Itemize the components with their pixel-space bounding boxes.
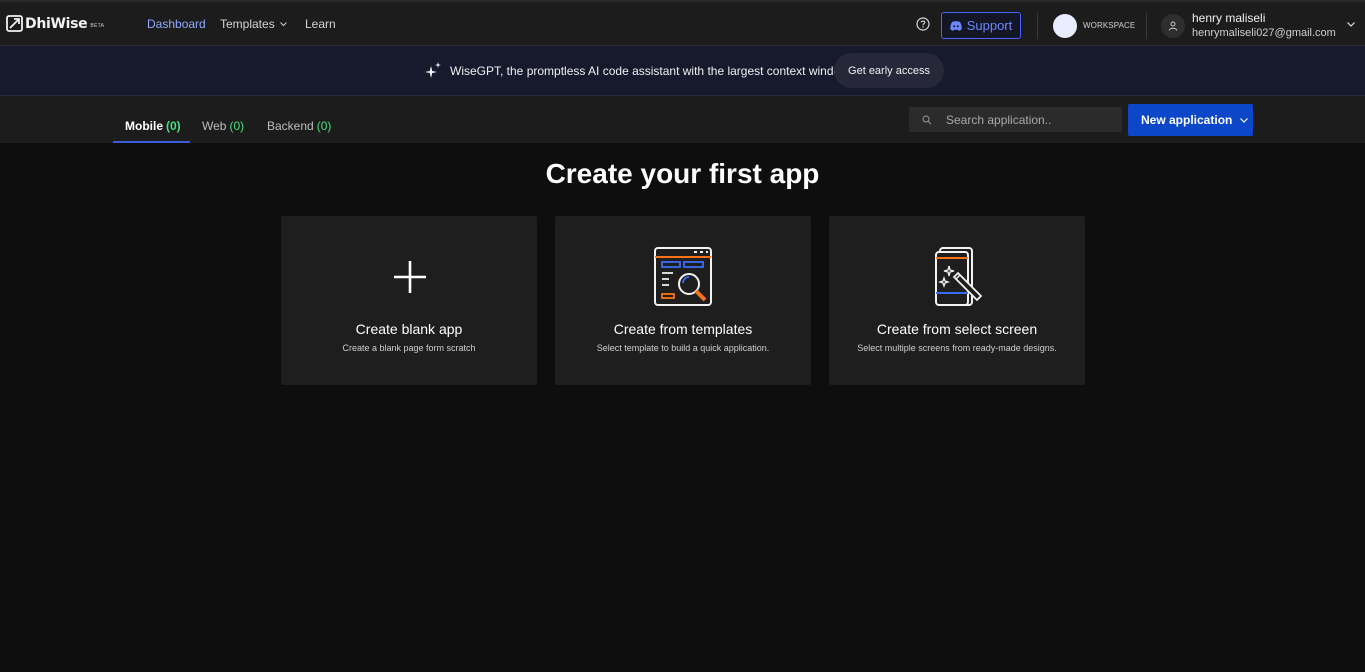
support-button[interactable]: Support <box>941 12 1021 39</box>
get-early-access-button[interactable]: Get early access <box>834 53 944 88</box>
active-tab-indicator <box>113 141 190 143</box>
help-icon[interactable] <box>916 17 930 31</box>
chevron-down-icon <box>279 22 287 27</box>
create-blank-app-card[interactable]: Create blank app Create a blank page for… <box>281 216 537 385</box>
dhiwise-logo[interactable]: DhiWise BETA <box>6 15 104 32</box>
support-label: Support <box>966 18 1013 33</box>
card-subtitle: Create a blank page form scratch <box>342 343 476 353</box>
tab-count: (0) <box>229 119 245 133</box>
nav-templates-label: Templates <box>220 17 275 31</box>
divider <box>1146 13 1147 39</box>
chevron-down-icon[interactable] <box>1347 22 1355 27</box>
discord-icon <box>950 20 962 31</box>
nav-dashboard[interactable]: Dashboard <box>147 17 206 31</box>
tab-web[interactable]: Web (0) <box>202 119 244 133</box>
tab-label: Web <box>202 119 227 133</box>
card-subtitle: Select multiple screens from ready-made … <box>857 343 1057 353</box>
logo-text: DhiWise <box>25 15 88 32</box>
search-icon <box>922 115 932 124</box>
chevron-down-icon <box>1240 117 1249 123</box>
template-search-icon <box>654 247 712 306</box>
tab-mobile[interactable]: Mobile (0) <box>125 119 181 133</box>
plus-icon <box>394 261 426 293</box>
screen-magic-icon <box>935 247 983 306</box>
top-navbar: DhiWise BETA Dashboard Templates Learn S… <box>0 0 1365 46</box>
logo-icon <box>6 15 23 32</box>
search-box[interactable] <box>909 107 1122 132</box>
user-icon <box>1168 21 1178 31</box>
user-avatar[interactable] <box>1161 14 1185 38</box>
divider <box>1037 13 1038 39</box>
page-title: Create your first app <box>545 158 820 189</box>
nav-templates[interactable]: Templates <box>220 17 287 31</box>
beta-badge: BETA <box>90 23 105 29</box>
promo-banner: WiseGPT, the promptless AI code assistan… <box>0 46 1365 96</box>
card-title: Create from templates <box>613 321 753 337</box>
nav-learn[interactable]: Learn <box>305 17 336 31</box>
card-title: Create blank app <box>355 321 463 337</box>
tab-count: (0) <box>166 119 181 133</box>
tab-label: Backend <box>267 119 314 133</box>
banner-text: WiseGPT, the promptless AI code assistan… <box>450 64 852 78</box>
workspace-label[interactable]: WORKSPACE <box>1083 21 1135 30</box>
sparkle-icon <box>425 62 441 78</box>
card-title: Create from select screen <box>876 321 1038 337</box>
card-subtitle: Select template to build a quick applica… <box>596 343 770 353</box>
user-email[interactable]: henrymaliseli027@gmail.com <box>1192 27 1338 39</box>
create-from-select-screen-card[interactable]: Create from select screen Select multipl… <box>829 216 1085 385</box>
app-toolbar: Mobile(0) Web(0) Backend(0) New applicat… <box>0 96 1365 143</box>
new-application-label: New application <box>1141 113 1233 127</box>
tab-count: (0) <box>316 119 332 133</box>
tab-backend[interactable]: Backend (0) <box>267 119 331 133</box>
new-application-button[interactable]: New application <box>1128 104 1253 136</box>
search-input[interactable] <box>946 112 1116 127</box>
tab-label: Mobile <box>125 119 163 133</box>
user-name[interactable]: henry maliseli <box>1192 11 1265 25</box>
create-from-templates-card[interactable]: Create from templates Select template to… <box>555 216 811 385</box>
workspace-avatar[interactable] <box>1053 14 1077 38</box>
